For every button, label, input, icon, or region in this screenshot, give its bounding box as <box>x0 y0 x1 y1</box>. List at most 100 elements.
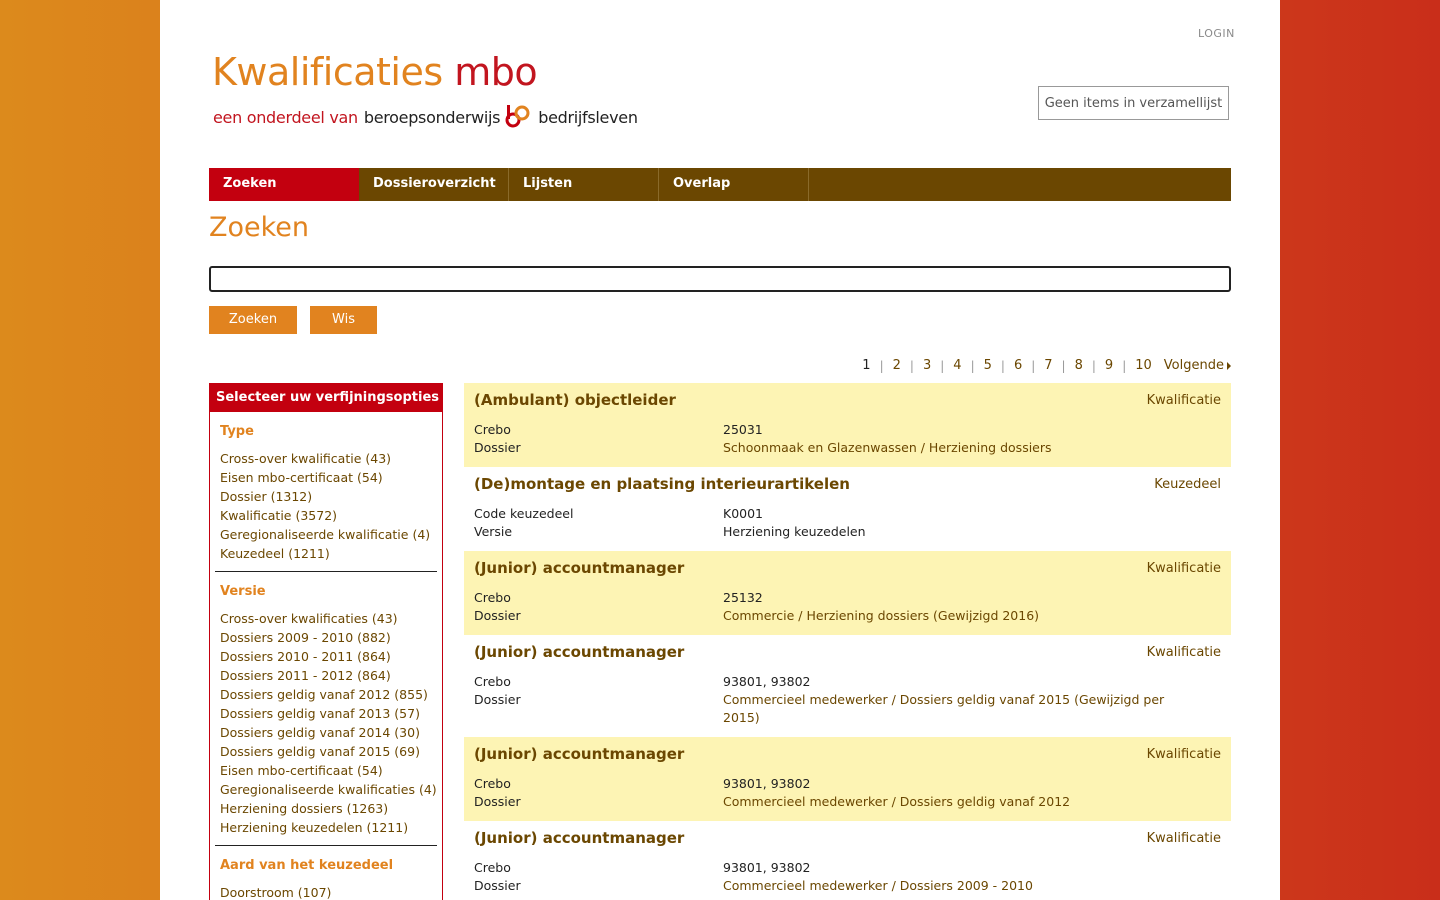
result-field-value: 25132 <box>723 590 763 605</box>
pager-separator: | <box>879 358 884 373</box>
result-title-link[interactable]: (Junior) accountmanager <box>474 829 1221 847</box>
result-type-link[interactable]: Keuzedeel <box>1154 477 1221 492</box>
result-field-row: Crebo 93801, 93802 <box>474 673 1221 691</box>
facet-option-link[interactable]: Dossiers geldig vanaf 2013 (57) <box>220 704 437 723</box>
page-link-4[interactable]: 4 <box>953 358 961 373</box>
facet-title: Aard van het keuzedeel <box>220 858 394 873</box>
logo-sub-text-3: bedrijfsleven <box>538 107 638 127</box>
facet-title: Versie <box>220 584 266 599</box>
nav-tab-lijsten[interactable]: Lijsten <box>509 168 659 201</box>
logo-sub-text-1: een onderdeel van <box>213 107 358 127</box>
result-item: (Junior) accountmanager Kwalificatie Crebo… <box>464 821 1231 900</box>
caret-right-icon <box>1227 361 1231 370</box>
result-field-link[interactable]: Schoonmaak en Glazenwassen / Herziening … <box>723 439 1183 457</box>
result-field-label: Code keuzedeel <box>474 506 574 521</box>
facet-option-link[interactable]: Dossiers 2011 - 2012 (864) <box>220 666 437 685</box>
result-item: (Junior) accountmanager Kwalificatie Crebo… <box>464 635 1231 737</box>
facet-option-link[interactable]: Herziening keuzedelen (1211) <box>220 818 437 837</box>
login-link[interactable]: LOGIN <box>1198 27 1235 40</box>
search-input[interactable] <box>209 266 1231 292</box>
result-title-link[interactable]: (Junior) accountmanager <box>474 559 1221 577</box>
page-link-6[interactable]: 6 <box>1014 358 1022 373</box>
logo-sub-text-2: beroepsonderwijs <box>363 107 501 127</box>
facet-option-link[interactable]: Herziening dossiers (1263) <box>220 799 437 818</box>
result-field-link[interactable]: Commercieel medewerker / Dossiers 2009 -… <box>723 877 1183 895</box>
next-page-label: Volgende <box>1163 358 1224 373</box>
logo-title-part2: mbo <box>442 50 538 94</box>
result-title-link[interactable]: (Junior) accountmanager <box>474 745 1221 763</box>
result-field-label: Crebo <box>474 776 511 791</box>
facet-option-link[interactable]: Cross-over kwalificaties (43) <box>220 609 437 628</box>
result-field-link[interactable]: Commercieel medewerker / Dossiers geldig… <box>723 793 1183 811</box>
result-type-link[interactable]: Kwalificatie <box>1147 747 1221 762</box>
page-link-2[interactable]: 2 <box>893 358 901 373</box>
facet-option-link[interactable]: Kwalificatie (3572) <box>220 506 437 525</box>
facet-option-link[interactable]: Dossiers 2010 - 2011 (864) <box>220 647 437 666</box>
result-field-link[interactable]: Commercieel medewerker / Dossiers geldig… <box>723 691 1183 727</box>
main-nav: Zoeken Dossieroverzicht Lijsten Overlap <box>209 168 1231 201</box>
result-type-link[interactable]: Kwalificatie <box>1147 561 1221 576</box>
result-field-value: 93801, 93802 <box>723 776 811 791</box>
site-logo[interactable]: Kwalificaties mbo <box>212 50 538 94</box>
result-title-link[interactable]: (Ambulant) objectleider <box>474 391 1221 409</box>
result-field-row: Crebo 25132 <box>474 589 1221 607</box>
result-field-label: Crebo <box>474 422 511 437</box>
pager-separator: | <box>1031 358 1036 373</box>
logo-subtitle: een onderdeel van beroepsonderwijs bedri… <box>213 104 638 130</box>
result-field-row: Dossier Commercie / Herziening dossiers (… <box>474 607 1221 625</box>
next-page-link[interactable]: Volgende <box>1164 358 1231 373</box>
result-title-link[interactable]: (De)montage en plaatsing interieurartike… <box>474 475 1221 493</box>
nav-tab-dossieroverzicht[interactable]: Dossieroverzicht <box>359 168 509 201</box>
facet-option-link[interactable]: Dossiers geldig vanaf 2012 (855) <box>220 685 437 704</box>
facet-option-link[interactable]: Geregionaliseerde kwalificatie (4) <box>220 525 437 544</box>
facet-option-link[interactable]: Cross-over kwalificatie (43) <box>220 449 437 468</box>
page-link-8[interactable]: 8 <box>1075 358 1083 373</box>
result-field-link[interactable]: Commercie / Herziening dossiers (Gewijzi… <box>723 607 1183 625</box>
facet-option-link[interactable]: Geregionaliseerde kwalificaties (4) <box>220 780 437 799</box>
result-field-row: Dossier Commercieel medewerker / Dossiers… <box>474 691 1221 727</box>
nav-tab-zoeken[interactable]: Zoeken <box>209 168 359 201</box>
facet-group: Type Cross-over kwalificatie (43) Eisen mb… <box>215 412 437 572</box>
result-field-row: Dossier Schoonmaak en Glazenwassen / Herz… <box>474 439 1221 457</box>
pager-separator: | <box>909 358 914 373</box>
result-field-value: Herziening keuzedelen <box>723 524 866 539</box>
page-link-10[interactable]: 10 <box>1135 358 1152 373</box>
collection-list-button[interactable]: Geen items in verzamellijst <box>1038 86 1229 120</box>
result-field-row: Crebo 93801, 93802 <box>474 775 1221 793</box>
facet-option-link[interactable]: Eisen mbo-certificaat (54) <box>220 468 437 487</box>
facet-option-link[interactable]: Keuzedeel (1211) <box>220 544 437 563</box>
facet-title: Type <box>220 424 254 439</box>
result-type-link[interactable]: Kwalificatie <box>1147 831 1221 846</box>
result-field-label: Dossier <box>474 878 521 893</box>
result-title-link[interactable]: (Junior) accountmanager <box>474 643 1221 661</box>
facet-option-link[interactable]: Dossiers geldig vanaf 2014 (30) <box>220 723 437 742</box>
result-field-row: Dossier Commercieel medewerker / Dossiers… <box>474 877 1221 895</box>
facet-group: Aard van het keuzedeel Doorstroom (107) <box>215 846 437 900</box>
facet-option-link[interactable]: Doorstroom (107) <box>220 883 437 900</box>
page-link-5[interactable]: 5 <box>984 358 992 373</box>
page-link-7[interactable]: 7 <box>1044 358 1052 373</box>
result-field-value: K0001 <box>723 506 764 521</box>
facet-group: Versie Cross-over kwalificaties (43) Dossi… <box>215 572 437 846</box>
result-type-link[interactable]: Kwalificatie <box>1147 645 1221 660</box>
page-link-3[interactable]: 3 <box>923 358 931 373</box>
result-field-label: Dossier <box>474 794 521 809</box>
result-item: (Junior) accountmanager Kwalificatie Crebo… <box>464 737 1231 821</box>
result-field-label: Dossier <box>474 608 521 623</box>
facet-option-link[interactable]: Dossiers 2009 - 2010 (882) <box>220 628 437 647</box>
result-type-link[interactable]: Kwalificatie <box>1147 393 1221 408</box>
nav-tab-overlap[interactable]: Overlap <box>659 168 809 201</box>
facet-option-link[interactable]: Eisen mbo-certificaat (54) <box>220 761 437 780</box>
result-field-value: 93801, 93802 <box>723 860 811 875</box>
page-link-9[interactable]: 9 <box>1105 358 1113 373</box>
search-button[interactable]: Zoeken <box>209 306 297 334</box>
facet-option-link[interactable]: Dossiers geldig vanaf 2015 (69) <box>220 742 437 761</box>
result-field-row: Crebo 93801, 93802 <box>474 859 1221 877</box>
clear-button[interactable]: Wis <box>310 306 377 334</box>
facet-option-link[interactable]: Dossier (1312) <box>220 487 437 506</box>
result-field-label: Dossier <box>474 440 521 455</box>
pager-separator: | <box>1000 358 1005 373</box>
sidebar-title: Selecteer uw verfijningsopties <box>210 384 442 412</box>
result-field-label: Versie <box>474 524 513 539</box>
results-list: (Ambulant) objectleider Kwalificatie Crebo… <box>464 383 1231 900</box>
